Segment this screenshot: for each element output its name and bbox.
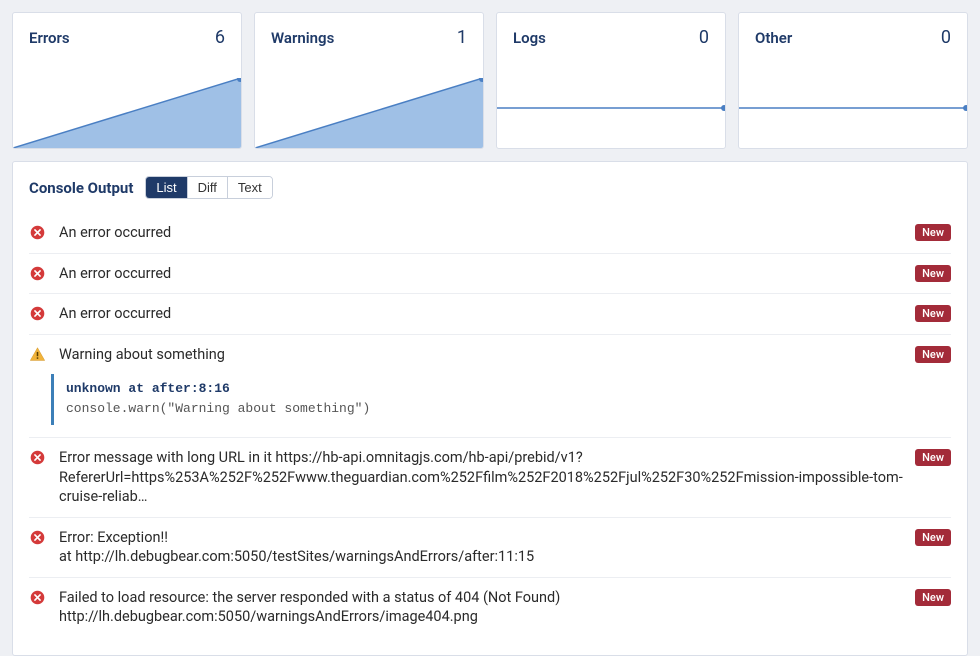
card-warnings[interactable]: Warnings 1 [254, 12, 484, 149]
card-logs-title: Logs [513, 29, 546, 47]
error-icon [29, 305, 47, 322]
error-icon [29, 449, 47, 466]
status-badge: New [915, 449, 951, 466]
card-warnings-count: 1 [457, 27, 467, 48]
list-item[interactable]: Failed to load resource: the server resp… [29, 578, 951, 637]
status-badge: New [915, 529, 951, 546]
panel-title: Console Output [29, 179, 133, 197]
error-icon [29, 224, 47, 241]
summary-cards: Errors 6 Warnings 1 Logs 0 [0, 0, 980, 149]
stack-trace: unknown at after:8:16 console.warn("Warn… [51, 374, 951, 425]
card-warnings-title: Warnings [271, 29, 334, 47]
card-other[interactable]: Other 0 [738, 12, 968, 149]
card-errors-title: Errors [29, 29, 70, 47]
list-item[interactable]: Error: Exception!! at http://lh.debugbea… [29, 518, 951, 578]
card-other-count: 0 [941, 27, 951, 48]
status-badge: New [915, 589, 951, 606]
status-badge: New [915, 346, 951, 363]
list-item[interactable]: An error occurred New [29, 254, 951, 295]
row-message: Error: Exception!! at http://lh.debugbea… [59, 528, 903, 567]
list-item[interactable]: An error occurred New [29, 213, 951, 254]
warning-icon [29, 346, 47, 363]
view-mode-toggle: List Diff Text [145, 176, 272, 199]
card-errors[interactable]: Errors 6 [12, 12, 242, 149]
list-item[interactable]: An error occurred New [29, 294, 951, 335]
card-warnings-chart [255, 78, 483, 148]
row-message: Warning about something [59, 345, 903, 365]
row-message: An error occurred [59, 223, 903, 243]
list-item[interactable]: Error message with long URL in it https:… [29, 438, 951, 518]
card-logs[interactable]: Logs 0 [496, 12, 726, 149]
error-icon [29, 589, 47, 606]
card-logs-count: 0 [699, 27, 709, 48]
status-badge: New [915, 265, 951, 282]
tab-list[interactable]: List [146, 177, 187, 198]
error-icon [29, 265, 47, 282]
row-message: Error message with long URL in it https:… [59, 448, 903, 507]
card-errors-chart [13, 78, 241, 148]
row-message: An error occurred [59, 304, 903, 324]
stack-code: console.warn("Warning about something") [66, 400, 941, 419]
error-icon [29, 529, 47, 546]
card-logs-chart [497, 78, 725, 148]
status-badge: New [915, 224, 951, 241]
card-other-title: Other [755, 29, 792, 47]
tab-text[interactable]: Text [228, 177, 272, 198]
list-item[interactable]: Warning about something New unknown at a… [29, 335, 951, 438]
status-badge: New [915, 305, 951, 322]
console-list: An error occurred New An error occurred … [29, 213, 951, 637]
card-errors-count: 6 [215, 27, 225, 48]
card-other-chart [739, 78, 967, 148]
row-message: Failed to load resource: the server resp… [59, 588, 903, 627]
tab-diff[interactable]: Diff [188, 177, 228, 198]
row-message: An error occurred [59, 264, 903, 284]
console-output-panel: Console Output List Diff Text An error o… [12, 161, 968, 656]
stack-location: unknown at after:8:16 [66, 380, 941, 399]
